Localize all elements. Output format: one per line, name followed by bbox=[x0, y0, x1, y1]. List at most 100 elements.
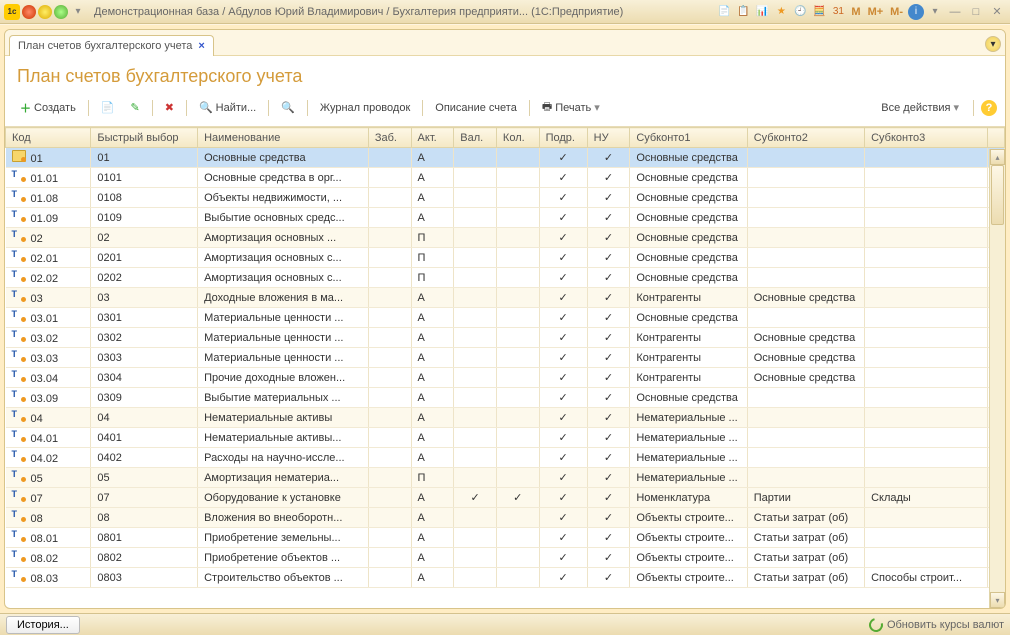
refresh-icon[interactable] bbox=[866, 615, 885, 634]
dropdown-icon-2[interactable]: ▾ bbox=[927, 4, 943, 20]
cell: ✓ bbox=[587, 408, 630, 428]
column-header[interactable]: Вал. bbox=[454, 128, 497, 148]
table-row[interactable]: 0202Амортизация основных ...П✓✓Основные … bbox=[6, 228, 1005, 248]
calculator-icon[interactable]: 🧮 bbox=[811, 4, 827, 20]
column-header[interactable]: Быстрый выбор bbox=[91, 128, 198, 148]
column-header[interactable]: Субконто3 bbox=[865, 128, 988, 148]
table-row[interactable]: 03.010301Материальные ценности ...А✓✓Осн… bbox=[6, 308, 1005, 328]
column-header[interactable]: Кол. bbox=[496, 128, 539, 148]
tool-icon-2[interactable]: 📋 bbox=[735, 4, 751, 20]
column-header[interactable]: Код bbox=[6, 128, 91, 148]
tab-chart-of-accounts[interactable]: План счетов бухгалтерского учета × bbox=[9, 35, 214, 56]
cell bbox=[454, 148, 497, 168]
table-row[interactable]: 08.030803Строительство объектов ...А✓✓Об… bbox=[6, 568, 1005, 588]
cell bbox=[454, 508, 497, 528]
journal-button[interactable]: Журнал проводок bbox=[313, 99, 417, 117]
table-row[interactable]: 03.090309Выбытие материальных ...А✓✓Осно… bbox=[6, 388, 1005, 408]
column-header[interactable]: Субконто1 bbox=[630, 128, 747, 148]
table-row[interactable]: 03.020302Материальные ценности ...А✓✓Кон… bbox=[6, 328, 1005, 348]
column-header[interactable]: НУ bbox=[587, 128, 630, 148]
cell bbox=[496, 208, 539, 228]
cell: Основные средства bbox=[747, 348, 864, 368]
maximize-button[interactable]: □ bbox=[967, 4, 985, 20]
column-header[interactable]: Заб. bbox=[368, 128, 411, 148]
table-row[interactable]: 03.040304Прочие доходные вложен...А✓✓Кон… bbox=[6, 368, 1005, 388]
cell: 0402 bbox=[91, 448, 198, 468]
row-icon bbox=[12, 290, 26, 302]
cell: ✓ bbox=[587, 188, 630, 208]
cell bbox=[496, 388, 539, 408]
m-plus-button[interactable]: M+ bbox=[866, 6, 886, 18]
table-row[interactable]: 0404Нематериальные активыА✓✓Нематериальн… bbox=[6, 408, 1005, 428]
favorite-icon[interactable]: ★ bbox=[773, 4, 789, 20]
tab-close-icon[interactable]: × bbox=[198, 40, 204, 52]
all-actions-button[interactable]: Все действия ▾ bbox=[874, 98, 966, 117]
separator bbox=[268, 100, 269, 116]
m-minus-button[interactable]: M- bbox=[888, 6, 905, 18]
cell bbox=[865, 308, 988, 328]
delete-button[interactable]: ✖ bbox=[158, 98, 181, 117]
table-row[interactable]: 0101Основные средстваА✓✓Основные средств… bbox=[6, 148, 1005, 168]
table-row[interactable]: 04.010401Нематериальные активы...А✓✓Нема… bbox=[6, 428, 1005, 448]
scroll-up-button[interactable]: ▴ bbox=[990, 149, 1005, 165]
separator bbox=[88, 100, 89, 116]
accounts-table[interactable]: КодБыстрый выборНаименованиеЗаб.Акт.Вал.… bbox=[5, 127, 1005, 588]
cell: Основные средства bbox=[630, 188, 747, 208]
table-row[interactable]: 0707Оборудование к установкеА✓✓✓✓Номенкл… bbox=[6, 488, 1005, 508]
table-row[interactable]: 0505Амортизация нематериа...П✓✓Нематериа… bbox=[6, 468, 1005, 488]
tool-icon-1[interactable]: 📄 bbox=[716, 4, 732, 20]
cell bbox=[454, 408, 497, 428]
help-icon[interactable]: ? bbox=[981, 100, 997, 116]
history-icon[interactable]: 🕘 bbox=[792, 4, 808, 20]
vertical-scrollbar[interactable]: ▴ ▾ bbox=[989, 149, 1005, 608]
table-row[interactable]: 02.020202Амортизация основных с...П✓✓Осн… bbox=[6, 268, 1005, 288]
traffic-green-icon[interactable] bbox=[54, 5, 68, 19]
cell: 0303 bbox=[91, 348, 198, 368]
scroll-thumb[interactable] bbox=[991, 165, 1004, 225]
description-button[interactable]: Описание счета bbox=[428, 99, 524, 117]
toolbar: ＋ Создать 📄 ✎ ✖ 🔍 Найти... 🔍 Журнал пров… bbox=[5, 93, 1005, 127]
table-row[interactable]: 04.020402Расходы на научно-иссле...А✓✓Не… bbox=[6, 448, 1005, 468]
refresh-rates-link[interactable]: Обновить курсы валют bbox=[887, 619, 1004, 631]
table-row[interactable]: 03.030303Материальные ценности ...А✓✓Кон… bbox=[6, 348, 1005, 368]
dropdown-icon[interactable]: ▾ bbox=[70, 4, 86, 20]
cell bbox=[368, 248, 411, 268]
table-row[interactable]: 02.010201Амортизация основных с...П✓✓Осн… bbox=[6, 248, 1005, 268]
create-button[interactable]: ＋ Создать bbox=[13, 97, 83, 119]
tab-label: План счетов бухгалтерского учета bbox=[18, 40, 192, 52]
cell: Основные средства bbox=[630, 248, 747, 268]
column-header[interactable]: Субконто2 bbox=[747, 128, 864, 148]
traffic-yellow-icon[interactable] bbox=[38, 5, 52, 19]
column-header[interactable]: Подр. bbox=[539, 128, 587, 148]
edit-button[interactable]: ✎ bbox=[124, 98, 147, 117]
copy-button[interactable]: 📄 bbox=[94, 98, 122, 117]
table-row[interactable]: 08.020802Приобретение объектов ...А✓✓Объ… bbox=[6, 548, 1005, 568]
cell: Статьи затрат (об) bbox=[747, 568, 864, 588]
table-row[interactable]: 0303Доходные вложения в ма...А✓✓Контраге… bbox=[6, 288, 1005, 308]
table-row[interactable]: 08.010801Приобретение земельны...А✓✓Объе… bbox=[6, 528, 1005, 548]
column-header[interactable]: Наименование bbox=[198, 128, 369, 148]
table-row[interactable]: 01.090109Выбытие основных средс...А✓✓Осн… bbox=[6, 208, 1005, 228]
cell: Объекты строите... bbox=[630, 528, 747, 548]
find-button[interactable]: 🔍 Найти... bbox=[192, 98, 263, 117]
cell bbox=[368, 188, 411, 208]
close-button[interactable]: ✕ bbox=[988, 4, 1006, 20]
clear-search-button[interactable]: 🔍 bbox=[274, 98, 302, 117]
copy-icon: 📄 bbox=[101, 101, 115, 114]
minimize-button[interactable]: — bbox=[946, 4, 964, 20]
history-button[interactable]: История... bbox=[6, 616, 80, 634]
traffic-red-icon[interactable] bbox=[22, 5, 36, 19]
m-button[interactable]: M bbox=[849, 6, 862, 18]
tool-icon-3[interactable]: 📊 bbox=[754, 4, 770, 20]
column-header[interactable]: Акт. bbox=[411, 128, 454, 148]
cell bbox=[454, 388, 497, 408]
cell bbox=[496, 508, 539, 528]
table-row[interactable]: 0808Вложения во внеоборотн...А✓✓Объекты … bbox=[6, 508, 1005, 528]
panel-menu-icon[interactable]: ▾ bbox=[985, 36, 1001, 52]
info-icon[interactable]: i bbox=[908, 4, 924, 20]
print-button[interactable]: 🖶 Печать ▾ bbox=[535, 95, 607, 120]
scroll-down-button[interactable]: ▾ bbox=[990, 592, 1005, 608]
table-row[interactable]: 01.080108Объекты недвижимости, ...А✓✓Осн… bbox=[6, 188, 1005, 208]
calendar-icon[interactable]: 31 bbox=[830, 4, 846, 20]
table-row[interactable]: 01.010101Основные средства в орг...А✓✓Ос… bbox=[6, 168, 1005, 188]
